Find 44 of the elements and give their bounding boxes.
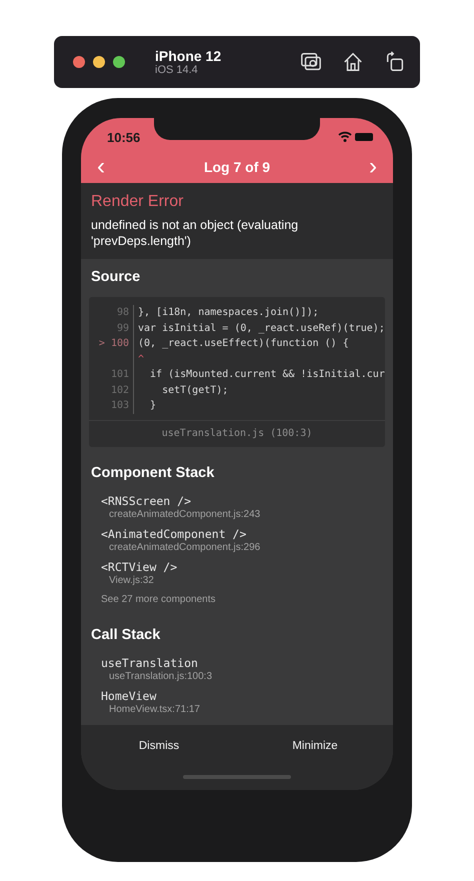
zoom-dot[interactable] [113,56,125,68]
function-name: useTranslation [101,654,199,670]
code-line: setT(getT); [161,384,228,398]
code-line: } [149,399,156,413]
component-name: <AnimatedComponent /> [101,526,248,542]
frame-location: HomeView.tsx:71:17 [108,704,201,714]
code-line: (0, _react.useEffect)(function () { [138,337,349,351]
component-name: <RNSScreen /> [101,492,192,508]
code-line: var isInitial = (0, _react.useRef)(true); [138,322,385,336]
section-heading: Component Stack [91,464,216,480]
next-log-button[interactable]: › [365,154,381,178]
previous-log-button[interactable]: ‹ [93,154,109,178]
code-line: if (isMounted.current && !isInitial.cur [149,368,385,382]
source-file: useTranslation.js (100:3) [89,420,385,446]
close-dot[interactable] [73,56,85,68]
function-name: HomeView [101,688,158,704]
frame-location: createAnimatedComponent.js:243 [108,508,262,520]
dismiss-button[interactable]: Dismiss [81,739,237,753]
more-components-link[interactable]: See 27 more components [91,594,385,604]
minimize-button[interactable]: Minimize [237,739,393,753]
component-name: <RCTView /> [101,558,178,574]
minimize-dot[interactable] [93,56,105,68]
line-number: 102 [110,384,129,398]
line-number: > 100 [98,337,129,351]
log-counter: Log 7 of 9 [204,158,270,174]
frame-location: createAnimatedComponent.js:296 [108,542,262,552]
section-heading: Source [91,269,142,285]
line-number: 99 [116,322,129,336]
rotate-icon[interactable] [384,51,406,73]
home-icon[interactable] [342,51,364,73]
os-version: iOS 14.4 [155,64,199,76]
error-title: Render Error [91,193,184,211]
screenshot-icon[interactable] [300,51,322,73]
section-heading: Call Stack [91,626,162,642]
error-caret: ^ [138,352,144,366]
frame-location: useTranslation.js:100:3 [108,670,214,682]
error-message: undefined is not an object (evaluating 'prevDeps.length') [91,217,300,249]
line-number: 101 [110,368,129,382]
line-number: 103 [110,399,129,413]
frame-location: View.js:32 [108,574,155,586]
line-number: 98 [116,306,129,320]
device-name: iPhone 12 [155,48,222,64]
status-time: 10:56 [107,130,140,144]
code-line: }, [i18n, namespaces.join()]); [138,306,319,320]
